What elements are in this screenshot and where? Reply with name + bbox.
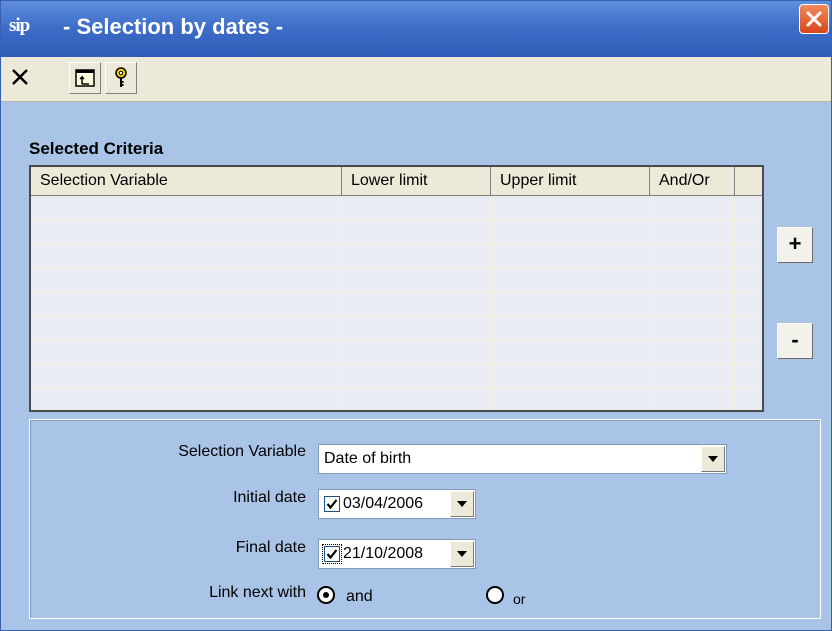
selected-criteria-title: Selected Criteria: [29, 139, 164, 158]
chevron-down-icon: [457, 501, 467, 507]
chevron-down-icon: [708, 456, 718, 462]
help-key-icon: [115, 67, 127, 87]
column-header-lower-limit[interactable]: Lower limit: [342, 167, 491, 195]
window-close-button[interactable]: [799, 4, 829, 34]
initial-date-dropdown-button[interactable]: [450, 491, 474, 517]
toolbar: [1, 57, 831, 102]
radio-and[interactable]: [317, 586, 335, 604]
initial-date-label: Initial date: [233, 489, 306, 506]
column-divider: [734, 196, 735, 410]
toolbar-folder-up-button[interactable]: [69, 62, 101, 94]
final-date-checkbox[interactable]: [322, 544, 342, 564]
column-header-selection-variable[interactable]: Selection Variable: [31, 167, 342, 195]
toolbar-help-button[interactable]: [105, 62, 137, 94]
window-title: - Selection by dates -: [63, 14, 284, 39]
radio-and-label[interactable]: and: [346, 588, 373, 606]
final-date-dropdown-button[interactable]: [450, 541, 474, 567]
remove-criterion-button[interactable]: -: [777, 323, 813, 359]
final-date-label: Final date: [235, 539, 306, 556]
selection-by-dates-window: sip - Selection by dates - Selected Crit…: [0, 0, 832, 631]
selection-variable-label: Selection Variable: [178, 443, 306, 460]
column-header-upper-limit[interactable]: Upper limit: [491, 167, 650, 195]
title-bar[interactable]: sip - Selection by dates -: [1, 1, 831, 57]
selection-variable-select[interactable]: Date of birth: [318, 444, 727, 474]
close-x-icon: [12, 69, 28, 85]
column-header-and-or[interactable]: And/Or: [650, 167, 735, 195]
radio-selected-dot: [322, 591, 329, 598]
close-icon: [806, 11, 822, 27]
radio-or[interactable]: [486, 586, 504, 604]
check-icon: [326, 549, 338, 560]
link-next-with-label: Link next with: [209, 584, 306, 601]
column-divider: [341, 196, 342, 410]
initial-date-picker[interactable]: 03/04/2006: [318, 489, 476, 519]
check-icon: [326, 499, 338, 510]
app-icon: sip: [9, 15, 30, 36]
criteria-table-header: Selection Variable Lower limit Upper lim…: [31, 167, 762, 196]
column-divider: [649, 196, 650, 410]
selection-variable-value: Date of birth: [324, 450, 412, 467]
initial-date-checkbox[interactable]: [324, 496, 340, 512]
add-criterion-button[interactable]: +: [777, 227, 813, 263]
criteria-table[interactable]: Selection Variable Lower limit Upper lim…: [29, 165, 764, 412]
criteria-table-body: [31, 196, 762, 410]
folder-up-icon: [75, 69, 95, 87]
column-divider: [490, 196, 491, 410]
initial-date-value[interactable]: 03/04/2006: [343, 495, 423, 513]
final-date-value[interactable]: 21/10/2008: [343, 545, 423, 563]
final-date-picker[interactable]: 21/10/2008: [318, 539, 476, 569]
selection-variable-dropdown-button[interactable]: [701, 446, 725, 472]
radio-or-label[interactable]: or: [513, 591, 525, 607]
chevron-down-icon: [457, 551, 467, 557]
toolbar-cancel-button[interactable]: [5, 62, 37, 94]
